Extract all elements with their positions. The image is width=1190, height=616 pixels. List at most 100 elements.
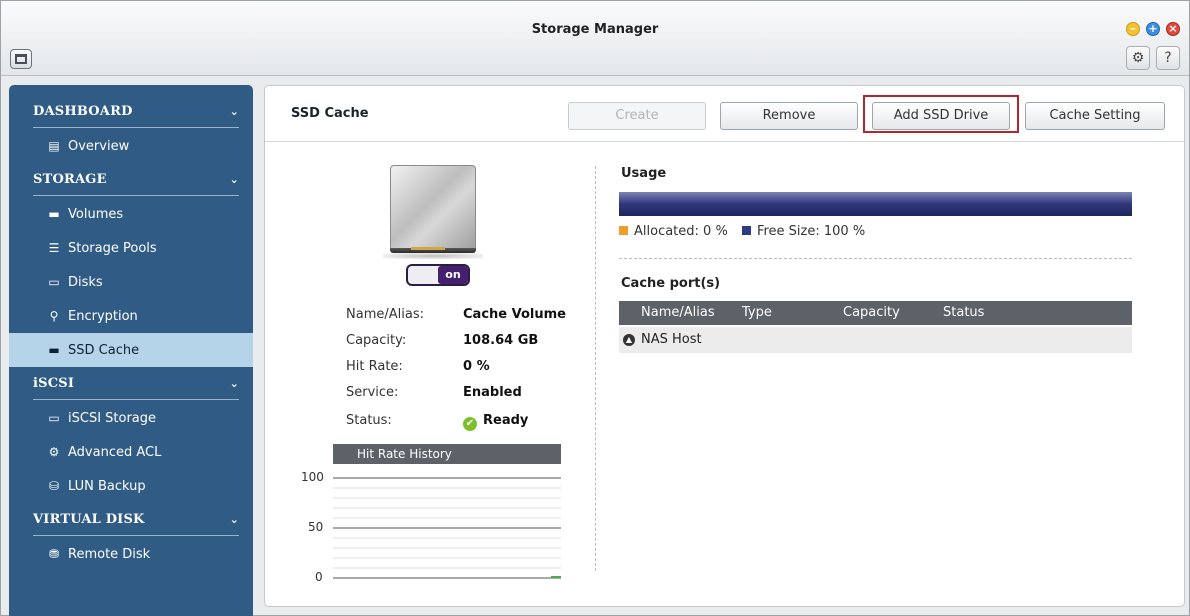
free-label: Free Size: 100 %: [756, 224, 866, 239]
help-icon[interactable]: ?: [1156, 46, 1180, 70]
expand-icon[interactable]: ▲: [623, 334, 635, 346]
ssd-drive-image: [390, 165, 476, 251]
info-value-name: Cache Volume: [463, 307, 566, 322]
create-button[interactable]: Create: [568, 102, 706, 130]
storage-pool-icon: ☰: [48, 241, 60, 255]
column-header-type[interactable]: Type: [742, 301, 772, 325]
chevron-down-icon[interactable]: ⌄: [230, 97, 239, 127]
add-ssd-drive-button[interactable]: Add SSD Drive: [872, 102, 1010, 130]
sidebar: DASHBOARD ⌄ ▤ Overview STORAGE ⌄ ▬ Volumes…: [9, 85, 253, 616]
section-label: STORAGE: [33, 172, 107, 187]
info-value-hit-rate: 0 %: [463, 359, 490, 374]
info-label-capacity: Capacity:: [346, 333, 407, 348]
y-tick-0: 0: [315, 570, 323, 584]
sidebar-item-label: Storage Pools: [68, 241, 157, 256]
info-label-service: Service:: [346, 385, 399, 400]
vertical-divider: [595, 166, 596, 571]
ssd-drive-connector: [411, 247, 445, 250]
cache-ports-title: Cache port(s): [621, 276, 721, 291]
sidebar-item-disks[interactable]: ▭ Disks: [9, 265, 253, 299]
allocated-swatch: [619, 226, 628, 235]
panel-header: SSD Cache Create Remove Add SSD Drive Ca…: [265, 86, 1184, 142]
sidebar-item-iscsi-storage[interactable]: ▭ iSCSI Storage: [9, 401, 253, 435]
minimize-icon[interactable]: –: [1126, 22, 1140, 36]
remove-button[interactable]: Remove: [720, 102, 858, 130]
ssd-cache-panel: SSD Cache Create Remove Add SSD Drive Ca…: [264, 85, 1185, 607]
y-tick-100: 100: [301, 470, 324, 484]
info-value-service: Enabled: [463, 385, 522, 400]
chevron-down-icon[interactable]: ⌄: [230, 165, 239, 195]
status-value: Ready: [483, 413, 529, 428]
sidebar-item-encryption[interactable]: ⚲ Encryption: [9, 299, 253, 333]
chevron-down-icon[interactable]: ⌄: [230, 369, 239, 399]
title-bar: Storage Manager – + × ⚙ ?: [1, 1, 1189, 76]
sidebar-item-remote-disk[interactable]: ⛃ Remote Disk: [9, 537, 253, 571]
maximize-icon[interactable]: +: [1146, 22, 1160, 36]
panel-toggle-icon[interactable]: [10, 49, 32, 69]
hit-rate-history-header: Hit Rate History: [333, 444, 561, 464]
sidebar-section-virtual-disk[interactable]: VIRTUAL DISK ⌄: [33, 505, 239, 535]
y-tick-50: 50: [308, 520, 323, 534]
sidebar-section-storage[interactable]: STORAGE ⌄: [33, 165, 239, 195]
info-label-status: Status:: [346, 413, 392, 428]
sidebar-item-label: Advanced ACL: [68, 445, 162, 460]
column-header-capacity[interactable]: Capacity: [843, 301, 900, 325]
sidebar-item-volumes[interactable]: ▬ Volumes: [9, 197, 253, 231]
sidebar-item-overview[interactable]: ▤ Overview: [9, 129, 253, 163]
drive-shadow: [383, 253, 483, 259]
sidebar-section-dashboard[interactable]: DASHBOARD ⌄: [33, 97, 239, 127]
lun-backup-icon: ⛁: [48, 479, 60, 493]
volume-icon: ▬: [48, 207, 60, 221]
window-title: Storage Manager: [531, 22, 659, 37]
cache-toggle[interactable]: on: [406, 264, 470, 286]
free-swatch: [741, 226, 751, 235]
sidebar-item-label: SSD Cache: [68, 343, 140, 358]
status-badge: ✔ Ready: [463, 413, 528, 431]
sidebar-item-advanced-acl[interactable]: ⚙ Advanced ACL: [9, 435, 253, 469]
ssd-icon: ▬: [48, 343, 60, 357]
column-header-status[interactable]: Status: [943, 301, 984, 325]
remote-disk-icon: ⛃: [48, 547, 60, 561]
cache-setting-button[interactable]: Cache Setting: [1025, 102, 1165, 130]
sidebar-item-label: Remote Disk: [68, 547, 151, 562]
row-name: NAS Host: [641, 332, 702, 347]
page-title: SSD Cache: [291, 106, 369, 121]
sidebar-section-iscsi[interactable]: iSCSI ⌄: [33, 369, 239, 399]
usage-bar: [619, 192, 1132, 216]
check-icon: ✔: [463, 417, 477, 431]
divider: [33, 127, 239, 128]
section-label: iSCSI: [33, 376, 75, 391]
usage-legend: Allocated: 0 % Free Size: 100 %: [619, 224, 865, 239]
toggle-on-label: on: [438, 266, 468, 284]
table-row[interactable]: ▲ NAS Host: [619, 327, 1132, 353]
cache-ports-table-header: Name/Alias Type Capacity Status: [619, 301, 1132, 325]
sidebar-item-ssd-cache[interactable]: ▬ SSD Cache: [9, 333, 253, 367]
storage-manager-window: Storage Manager – + × ⚙ ? DASHBOARD ⌄ ▤ O…: [0, 0, 1190, 616]
sidebar-item-label: LUN Backup: [68, 479, 146, 494]
chevron-down-icon[interactable]: ⌄: [230, 505, 239, 535]
sidebar-item-label: Encryption: [68, 309, 138, 324]
sidebar-item-storage-pools[interactable]: ☰ Storage Pools: [9, 231, 253, 265]
overview-icon: ▤: [48, 139, 60, 153]
gear-icon[interactable]: ⚙: [1126, 46, 1150, 70]
divider: [33, 399, 239, 400]
key-icon: ⚲: [49, 309, 59, 323]
sidebar-item-label: Disks: [68, 275, 103, 290]
info-label-name: Name/Alias:: [346, 307, 424, 322]
divider: [33, 195, 239, 196]
divider: [33, 535, 239, 536]
section-label: DASHBOARD: [33, 104, 133, 119]
close-icon[interactable]: ×: [1166, 22, 1180, 36]
hit-rate-history-chart: 100 50 0: [301, 470, 561, 584]
sidebar-item-label: Volumes: [68, 207, 124, 222]
section-label: VIRTUAL DISK: [33, 512, 145, 527]
disk-icon: ▭: [48, 275, 60, 289]
acl-gear-icon: ⚙: [48, 445, 60, 459]
allocated-label: Allocated: 0 %: [634, 224, 728, 239]
sidebar-item-lun-backup[interactable]: ⛁ LUN Backup: [9, 469, 253, 503]
info-label-hit-rate: Hit Rate:: [346, 359, 403, 374]
column-header-name[interactable]: Name/Alias: [641, 301, 715, 325]
iscsi-storage-icon: ▭: [48, 411, 60, 425]
divider: [619, 258, 1132, 259]
usage-title: Usage: [621, 166, 667, 181]
